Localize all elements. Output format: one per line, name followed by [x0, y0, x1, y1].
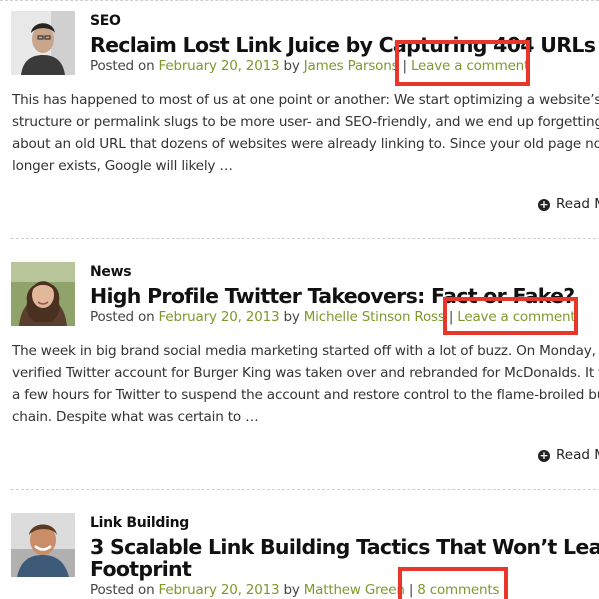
excerpt-line: longer exists, Google will likely … — [12, 158, 233, 174]
avatar-image-michelle — [11, 262, 75, 326]
excerpt-line: The week in big brand social media marke… — [12, 343, 599, 359]
highlight-box — [443, 297, 578, 335]
post-category[interactable]: SEO — [90, 13, 121, 29]
excerpt-line: structure or permalink slugs to be more … — [12, 114, 599, 130]
post-category[interactable]: News — [90, 264, 132, 280]
author-avatar[interactable] — [11, 262, 75, 326]
post-excerpt: This has happened to most of us at one p… — [12, 89, 599, 177]
post-date-link[interactable]: February 20, 2013 — [159, 58, 280, 74]
post-divider — [11, 489, 599, 490]
highlight-box — [395, 40, 530, 86]
post-category[interactable]: Link Building — [90, 515, 189, 531]
plus-circle-icon: + — [538, 449, 550, 462]
author-link[interactable]: Michelle Stinson Ross — [304, 309, 445, 325]
read-more-label: Read More — [556, 196, 599, 212]
by-label: by — [283, 582, 300, 598]
posted-on-label: Posted on — [90, 58, 155, 74]
excerpt-line: This has happened to most of us at one p… — [12, 92, 599, 108]
excerpt-line: chain. Despite what was certain to … — [12, 409, 259, 425]
posted-on-label: Posted on — [90, 309, 155, 325]
highlight-box — [398, 567, 508, 599]
read-more-label: Read More — [556, 447, 599, 463]
post-excerpt: The week in big brand social media marke… — [12, 340, 599, 428]
post-title-line: Footprint — [90, 557, 192, 581]
author-link[interactable]: James Parsons — [304, 58, 399, 74]
post-date-link[interactable]: February 20, 2013 — [159, 582, 280, 598]
post-divider — [11, 238, 599, 239]
post-title-line: 3 Scalable Link Building Tactics That Wo… — [90, 535, 599, 559]
by-label: by — [283, 58, 300, 74]
posted-on-label: Posted on — [90, 582, 155, 598]
author-avatar[interactable] — [11, 11, 75, 75]
avatar-image-james — [11, 11, 75, 75]
post-date-link[interactable]: February 20, 2013 — [159, 309, 280, 325]
read-more-link[interactable]: + Read More — [538, 447, 599, 463]
author-avatar[interactable] — [11, 513, 75, 577]
excerpt-line: about an old URL that dozens of websites… — [12, 136, 599, 152]
read-more-link[interactable]: + Read More — [538, 196, 599, 212]
avatar-image-matthew — [11, 513, 75, 577]
blog-post-list: SEO Reclaim Lost Link Juice by Capturing… — [0, 0, 599, 599]
top-divider — [0, 0, 599, 2]
author-link[interactable]: Matthew Green — [304, 582, 405, 598]
excerpt-line: a few hours for Twitter to suspend the a… — [12, 387, 599, 403]
excerpt-line: verified Twitter account for Burger King… — [12, 365, 599, 381]
plus-circle-icon: + — [538, 198, 550, 211]
post-title-link[interactable]: 3 Scalable Link Building Tactics That Wo… — [90, 536, 599, 580]
by-label: by — [283, 309, 300, 325]
